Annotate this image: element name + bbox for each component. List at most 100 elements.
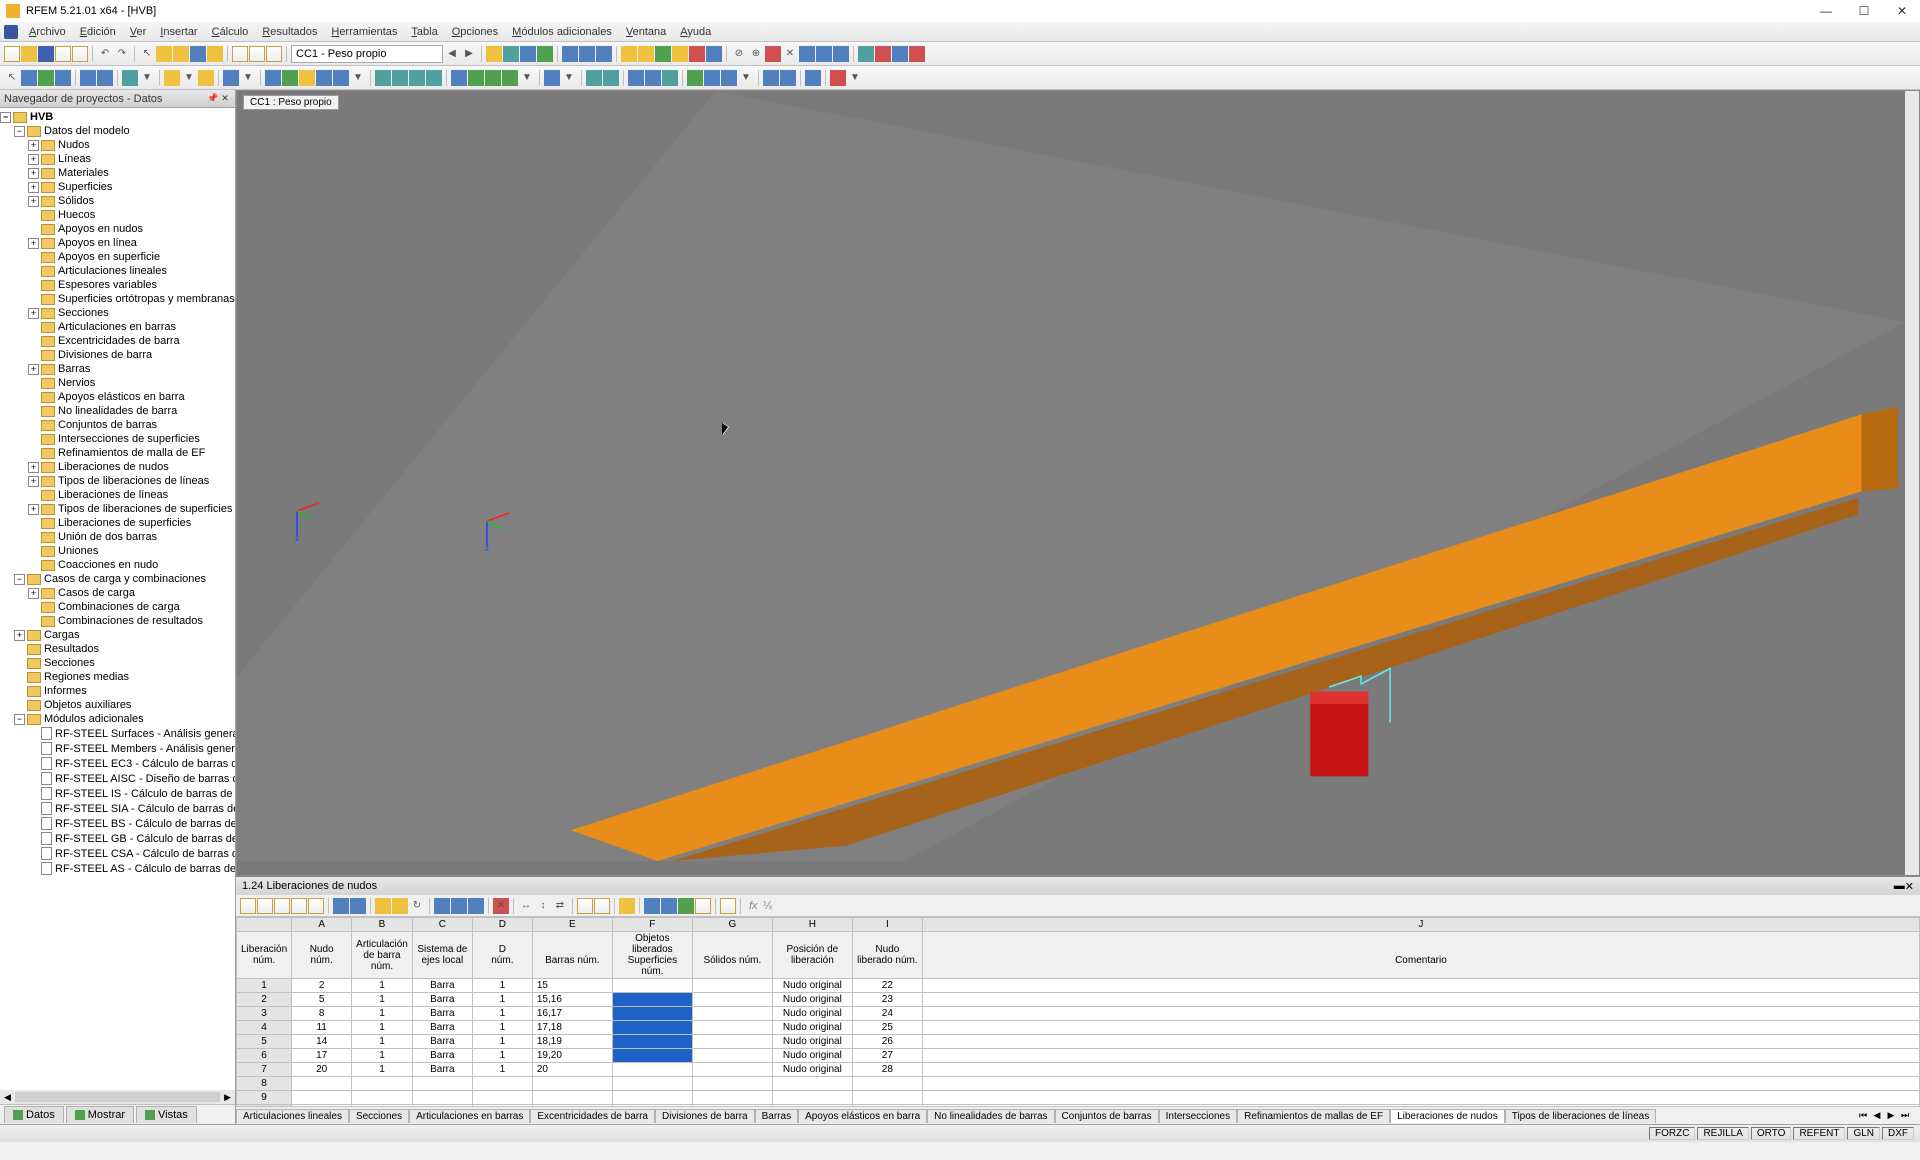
table-tab-tipos-de-liberaciones-de-l-neas[interactable]: Tipos de liberaciones de líneas xyxy=(1505,1109,1657,1123)
nav-tab-vistas[interactable]: Vistas xyxy=(136,1106,197,1123)
t2-u-icon[interactable] xyxy=(392,70,408,86)
navigator-tree[interactable]: −HVB−Datos del modelo+Nudos+Líneas+Mater… xyxy=(0,108,235,1090)
tree-item-apoyos-en-superficie[interactable]: Apoyos en superficie xyxy=(0,250,235,264)
zoom-win-icon[interactable] xyxy=(173,46,189,62)
tt-m-icon[interactable]: ↔ xyxy=(518,898,534,914)
table-row[interactable]: 251Barra115,16Nudo original23 xyxy=(237,993,1920,1007)
t2-an-icon[interactable] xyxy=(763,70,779,86)
tree-item-huecos[interactable]: Huecos xyxy=(0,208,235,222)
expander-icon[interactable]: − xyxy=(0,112,11,123)
expander-icon[interactable]: + xyxy=(28,238,39,249)
tt-s-icon[interactable] xyxy=(644,898,660,914)
tt-i-icon[interactable] xyxy=(392,898,408,914)
t2-ak-icon[interactable] xyxy=(704,70,720,86)
table-row[interactable]: 8 xyxy=(237,1077,1920,1091)
t2-ai-icon[interactable] xyxy=(662,70,678,86)
t2-v-icon[interactable] xyxy=(409,70,425,86)
tb-g-icon[interactable] xyxy=(638,46,654,62)
table-tab-barras[interactable]: Barras xyxy=(755,1109,798,1123)
status-refent[interactable]: REFENT xyxy=(1793,1127,1845,1140)
tree-item-refinamientos-de-malla-de-ef[interactable]: Refinamientos de malla de EF xyxy=(0,446,235,460)
expander-icon[interactable]: + xyxy=(28,308,39,319)
tt-q-icon[interactable] xyxy=(594,898,610,914)
tt-c-icon[interactable] xyxy=(274,898,290,914)
t2-ab-icon[interactable]: ▼ xyxy=(519,70,535,86)
tb-j-icon[interactable] xyxy=(689,46,705,62)
tree-module[interactable]: RF-STEEL GB - Cálculo de barras de acero xyxy=(0,831,235,846)
t2-ae-icon[interactable] xyxy=(586,70,602,86)
pin-icon[interactable]: 📌 xyxy=(207,93,219,105)
expander-icon[interactable]: − xyxy=(14,714,25,725)
tab-nav-1[interactable]: ◀ xyxy=(1870,1110,1884,1121)
tree-item-superficies-ort-tropas-y-membranas[interactable]: Superficies ortótropas y membranas xyxy=(0,292,235,306)
menu-herramientas[interactable]: Herramientas xyxy=(324,24,404,40)
expander-icon[interactable]: + xyxy=(28,364,39,375)
t2-d-icon[interactable] xyxy=(55,70,71,86)
t2-aj-icon[interactable] xyxy=(687,70,703,86)
tb-v-icon[interactable] xyxy=(909,46,925,62)
view1-icon[interactable] xyxy=(232,46,248,62)
tb-o-icon[interactable]: ✕ xyxy=(782,46,798,62)
tb-a-icon[interactable] xyxy=(520,46,536,62)
tb-c-icon[interactable] xyxy=(562,46,578,62)
t2-r-icon[interactable] xyxy=(333,70,349,86)
tt-p-icon[interactable] xyxy=(577,898,593,914)
t2-ao-icon[interactable] xyxy=(780,70,796,86)
tb-r-icon[interactable] xyxy=(833,46,849,62)
tree-item-liberaciones-de-l-neas[interactable]: Liberaciones de líneas xyxy=(0,488,235,502)
table-tab-liberaciones-de-nudos[interactable]: Liberaciones de nudos xyxy=(1390,1109,1505,1123)
tb-k-icon[interactable] xyxy=(706,46,722,62)
minimize-button[interactable]: — xyxy=(1814,4,1838,18)
table-row[interactable]: 121Barra115Nudo original22 xyxy=(237,979,1920,993)
scroll-left-icon[interactable]: ◀ xyxy=(0,1092,15,1103)
tree-item-uni-n-de-dos-barras[interactable]: Unión de dos barras xyxy=(0,530,235,544)
tree-model-data[interactable]: −Datos del modelo xyxy=(0,124,235,138)
tt-b-icon[interactable] xyxy=(257,898,273,914)
tree-item-nudos[interactable]: +Nudos xyxy=(0,138,235,152)
tree-module[interactable]: RF-STEEL AS - Cálculo de barras de acero… xyxy=(0,861,235,876)
t2-ar-icon[interactable]: ▼ xyxy=(847,70,863,86)
tree-item-tipos-de-liberaciones-de-superficies[interactable]: +Tipos de liberaciones de superficies xyxy=(0,502,235,516)
table-row[interactable]: 6171Barra119,20Nudo original27 xyxy=(237,1049,1920,1063)
tree-item-no-linealidades-de-barra[interactable]: No linealidades de barra xyxy=(0,404,235,418)
table-tab-no-linealidades-de-barras[interactable]: No linealidades de barras xyxy=(927,1109,1054,1123)
prev-icon[interactable]: ◀ xyxy=(444,46,460,62)
close-button[interactable]: ✕ xyxy=(1890,4,1914,18)
tree-item-liberaciones-de-superficies[interactable]: Liberaciones de superficies xyxy=(0,516,235,530)
calc-icon[interactable] xyxy=(486,46,502,62)
tree-item-uniones[interactable]: Uniones xyxy=(0,544,235,558)
tt-refresh-icon[interactable]: ↻ xyxy=(409,898,425,914)
tb-q-icon[interactable] xyxy=(816,46,832,62)
tt-u-icon[interactable] xyxy=(695,898,711,914)
tt-h-icon[interactable] xyxy=(375,898,391,914)
zoom-icon[interactable] xyxy=(156,46,172,62)
table-tab-divisiones-de-barra[interactable]: Divisiones de barra xyxy=(655,1109,755,1123)
expander-icon[interactable]: + xyxy=(28,196,39,207)
t2-a-icon[interactable]: ↖ xyxy=(4,70,20,86)
tree-item-nervios[interactable]: Nervios xyxy=(0,376,235,390)
zoom-all-icon[interactable] xyxy=(207,46,223,62)
tb-h-icon[interactable] xyxy=(655,46,671,62)
tree-other-secciones[interactable]: Secciones xyxy=(0,656,235,670)
tb-f-icon[interactable] xyxy=(621,46,637,62)
menu-módulos-adicionales[interactable]: Módulos adicionales xyxy=(505,24,619,40)
tree-module[interactable]: RF-STEEL Members - Análisis general de t xyxy=(0,741,235,756)
menu-ver[interactable]: Ver xyxy=(123,24,154,40)
menu-archivo[interactable]: Archivo xyxy=(22,24,73,40)
tree-other-regiones-medias[interactable]: Regiones medias xyxy=(0,670,235,684)
expander-icon[interactable]: + xyxy=(28,168,39,179)
table-tab-articulaciones-lineales[interactable]: Articulaciones lineales xyxy=(236,1109,349,1123)
tree-load-cases[interactable]: −Casos de carga y combinaciones xyxy=(0,572,235,586)
t2-aq-icon[interactable] xyxy=(830,70,846,86)
expander-icon[interactable]: + xyxy=(28,140,39,151)
tree-item-s-lidos[interactable]: +Sólidos xyxy=(0,194,235,208)
tree-module[interactable]: RF-STEEL SIA - Cálculo de barras de acer… xyxy=(0,801,235,816)
tree-item-materiales[interactable]: +Materiales xyxy=(0,166,235,180)
t2-n-icon[interactable] xyxy=(265,70,281,86)
tb-p-icon[interactable] xyxy=(799,46,815,62)
tree-module[interactable]: RF-STEEL BS - Cálculo de barras de acero… xyxy=(0,816,235,831)
t2-q-icon[interactable] xyxy=(316,70,332,86)
table-row[interactable]: 381Barra116,17Nudo original24 xyxy=(237,1007,1920,1021)
next-icon[interactable]: ▶ xyxy=(461,46,477,62)
tt-l-icon[interactable] xyxy=(468,898,484,914)
